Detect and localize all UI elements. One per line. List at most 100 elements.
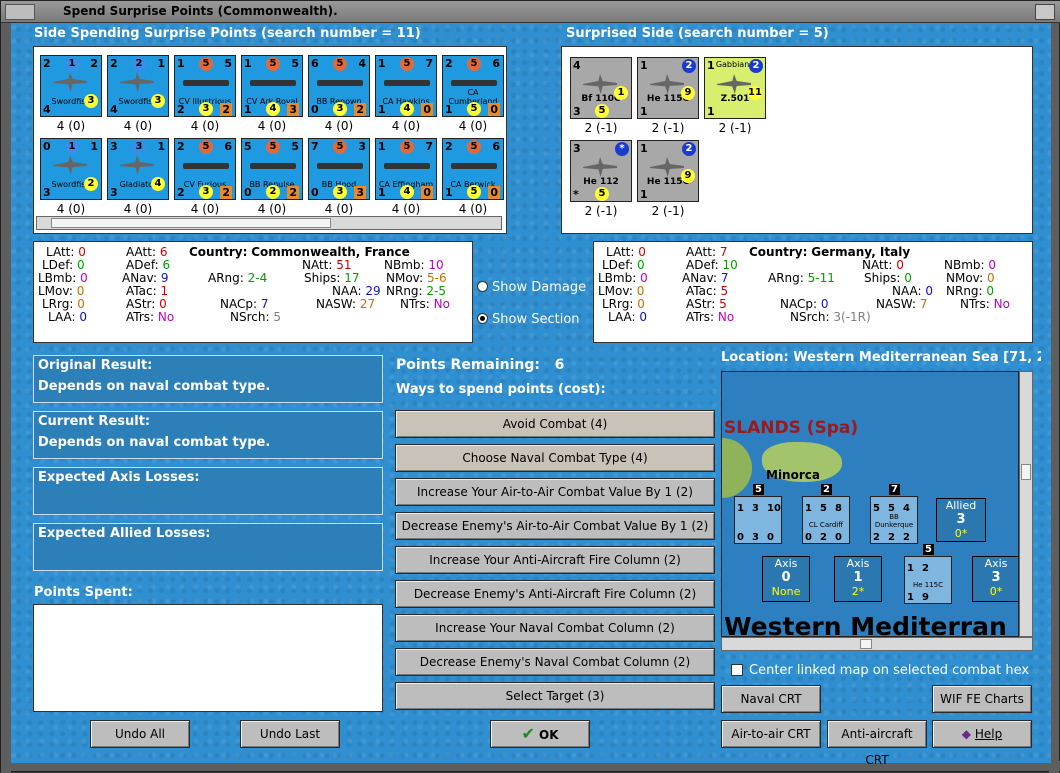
scroll-thumb[interactable] (51, 218, 331, 228)
surprised-unit-counter[interactable]: 1 2 He 115C 1 9 (637, 57, 699, 119)
naval-crt-button[interactable]: Naval CRT (721, 685, 821, 713)
allied-box[interactable]: Allied 3 0* (936, 498, 986, 542)
ship-silhouette-icon (250, 163, 296, 169)
unit-label: 4 (0) (391, 119, 421, 133)
spend-option-button[interactable]: Increase Your Naval Combat Column (2) (395, 614, 715, 642)
linked-map[interactable]: SLANDS (Spa) Minorca 5 1 3 10 0 3 0 2 1 5 8 CL Card… (721, 371, 1019, 637)
surprised-unit-counter[interactable]: 3 * He 112 * 5 (570, 140, 632, 202)
spending-scrollbar[interactable] (36, 216, 502, 230)
unit-top-stat: 5 (923, 544, 934, 555)
help-button[interactable]: ◆ Help (932, 720, 1032, 748)
spending-unit-counter[interactable]: 1 5 5 CV Ark Royal 1 4 3 (241, 55, 303, 117)
surprised-unit-counter[interactable]: 1 Gabbiano 2 Z.501 1 11 (704, 57, 766, 119)
unit-stat-circle: 5 (266, 57, 280, 71)
stat-value: No (993, 297, 1010, 311)
current-result-label: Current Result: (38, 414, 151, 429)
sea-label: Western Mediterran (724, 612, 1007, 637)
undo-last-button[interactable]: Undo Last (240, 720, 340, 748)
unit-stat: 3 (354, 186, 366, 199)
show-damage-radio[interactable]: Show Damage (477, 280, 586, 295)
ship-silhouette-icon (384, 80, 430, 86)
spending-unit-counter[interactable]: 2 5 6 CA Berwick 1 5 0 (442, 138, 504, 200)
stat-ships: Ships: 0 (864, 271, 912, 285)
original-result-label: Original Result: (38, 358, 153, 373)
surprised-stats-panel: LAtt: 0 AAtt: 7 Country: Germany, Italy LDe… (593, 241, 1033, 343)
surprised-unit-counter[interactable]: 1 2 He 115C 1 9 (637, 140, 699, 202)
wif-fe-charts-button[interactable]: WIF FE Charts (932, 685, 1032, 713)
air-to-air-crt-button[interactable]: Air-to-air CRT (721, 720, 821, 748)
stat-nmov: NMov: 5-6 (386, 271, 447, 285)
unit-stat: 2 (220, 103, 232, 116)
unit-stat: 2 (177, 140, 185, 153)
map-unit-counter[interactable]: 2 1 5 8 CL Cardiff 0 2 0 (802, 484, 850, 544)
unit-stat: 2 (445, 57, 453, 70)
spending-unit-counter[interactable]: 2 1 2 Swordfish 4 3 (40, 55, 102, 117)
system-menu-icon[interactable] (5, 4, 35, 20)
stat-nrng: NRng: 2-5 (386, 284, 447, 298)
spend-option-button[interactable]: Choose Naval Combat Type (4) (395, 444, 715, 472)
spend-option-button[interactable]: Increase Your Anti-Aircraft Fire Column … (395, 546, 715, 574)
unit-stat: 1 (805, 503, 812, 514)
unit-label: 4 (0) (56, 119, 86, 133)
spending-unit-counter[interactable]: 0 1 1 Swordfish 3 2 (40, 138, 102, 200)
unit-stat: 2 (110, 57, 118, 70)
unit-stat-circle: 1 (614, 86, 628, 100)
spending-unit-counter[interactable]: 1 5 7 CA Hawkins 1 4 0 (375, 55, 437, 117)
spending-unit-counter[interactable]: 1 5 5 CV Illustrious 2 3 2 (174, 55, 236, 117)
spend-option-button[interactable]: Increase Your Air-to-Air Combat Value By… (395, 478, 715, 506)
stat-nbmb: NBmb: 10 (384, 258, 444, 272)
axis-box[interactable]: Axis 1 2* (834, 556, 882, 602)
unit-stat-circle: 2 (682, 59, 696, 73)
unit-stat: 1 (640, 188, 648, 201)
unit-stat-circle: 5 (333, 140, 347, 154)
stat-value: 0 (637, 297, 645, 311)
stat-value: 5-6 (426, 271, 447, 285)
unit-stat: 3 (573, 105, 581, 118)
map-unit-counter[interactable]: 5 1 2 He 115C 1 9 (904, 544, 952, 604)
points-spent-list[interactable] (33, 604, 383, 712)
unit-stat: 3 (151, 94, 165, 108)
axis-value: 3 (991, 570, 1001, 585)
axis-losses-box: Expected Axis Losses: (33, 467, 383, 515)
close-button[interactable] (1035, 4, 1055, 20)
stat-value: 0 (896, 258, 904, 272)
spending-unit-counter[interactable]: 2 2 1 Swordfish 4 3 (107, 55, 169, 117)
spending-unit-counter[interactable]: 3 3 1 Gladiator 3 4 (107, 138, 169, 200)
unit-top-stat: 2 (821, 484, 832, 495)
unit-stat: 7 (425, 140, 433, 153)
center-map-checkbox[interactable]: Center linked map on selected combat hex (731, 663, 1029, 678)
ok-button[interactable]: ✔ OK (490, 720, 590, 748)
unit-stat: 5 (244, 140, 252, 153)
spending-unit-counter[interactable]: 5 5 5 BB Repulse 0 2 2 (241, 138, 303, 200)
spend-option-button[interactable]: Decrease Enemy's Anti-Aircraft Fire Colu… (395, 580, 715, 608)
spending-unit-counter[interactable]: 1 5 7 CA Effingham 1 4 0 (375, 138, 437, 200)
unit-stat: 1 (445, 186, 453, 199)
stat-value: 6 (159, 245, 168, 259)
spending-unit-counter[interactable]: 2 5 6 CV Furious 2 3 2 (174, 138, 236, 200)
stat-value: 6 (162, 258, 171, 272)
map-unit-counter[interactable]: 5 1 3 10 0 3 0 (734, 484, 782, 544)
map-hscroll[interactable] (721, 637, 1033, 651)
unit-stat-circle: 3 (333, 102, 347, 116)
undo-all-button[interactable]: Undo All (90, 720, 190, 748)
stat-value: 0 (638, 245, 646, 259)
spending-unit-counter[interactable]: 7 5 3 BB Hood 0 3 3 (308, 138, 370, 200)
spending-unit-counter[interactable]: 256CA Cumberland150 (442, 55, 504, 117)
original-result-value: Depends on naval combat type. (38, 379, 271, 394)
axis-box[interactable]: Axis 0 None (762, 556, 810, 602)
spend-option-button[interactable]: Decrease Enemy's Air-to-Air Combat Value… (395, 512, 715, 540)
spend-option-button[interactable]: Select Target (3) (395, 682, 715, 710)
unit-label: 2 (-1) (718, 121, 752, 135)
map-vscroll[interactable] (1019, 371, 1033, 637)
show-section-radio[interactable]: Show Section (477, 312, 580, 327)
spend-option-button[interactable]: Avoid Combat (4) (395, 410, 715, 438)
vscroll-thumb[interactable] (1021, 464, 1031, 480)
hscroll-thumb[interactable] (860, 639, 872, 649)
unit-stat: 1 (90, 140, 98, 153)
axis-box[interactable]: Axis 3 0* (972, 556, 1018, 602)
surprised-unit-counter[interactable]: 4 Bf 110C 3 5 1 (570, 57, 632, 119)
anti-aircraft-crt-button[interactable]: Anti-aircraft CRT (827, 720, 927, 767)
map-unit-counter[interactable]: 7 5 5 4 BB Dunkerque 2 2 2 (870, 484, 918, 544)
spend-option-button[interactable]: Decrease Enemy's Naval Combat Column (2) (395, 648, 715, 676)
spending-unit-counter[interactable]: 6 5 4 BB Renown 0 3 2 (308, 55, 370, 117)
